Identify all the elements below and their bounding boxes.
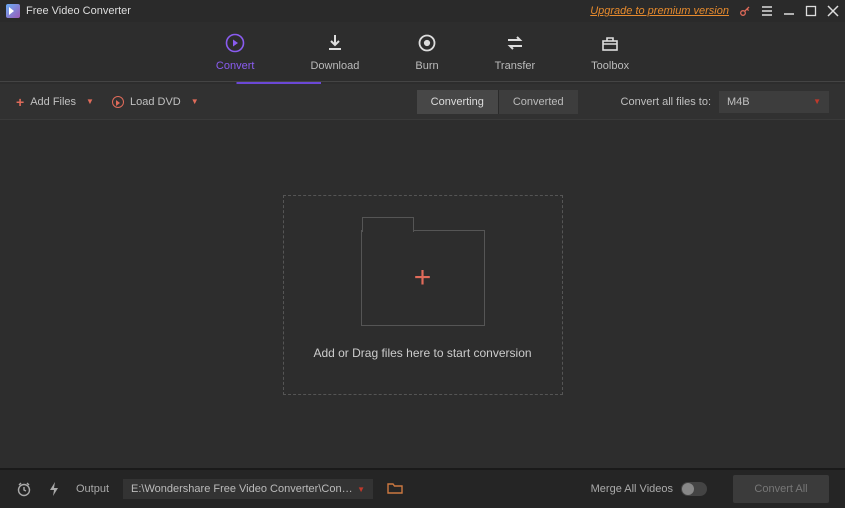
load-dvd-button[interactable]: Load DVD ▼: [112, 96, 199, 108]
main-area: + Add or Drag files here to start conver…: [0, 120, 845, 470]
folder-icon: +: [361, 230, 485, 326]
minimize-icon[interactable]: [783, 5, 795, 17]
drop-zone[interactable]: + Add or Drag files here to start conver…: [283, 195, 563, 395]
tab-converting[interactable]: Converting: [417, 90, 498, 114]
plus-icon: +: [16, 94, 24, 110]
chevron-down-icon: ▼: [813, 97, 821, 106]
nav-burn[interactable]: Burn: [415, 32, 438, 72]
toolbox-icon: [599, 32, 621, 54]
flash-icon[interactable]: [46, 481, 62, 497]
status-segment: Converting Converted: [417, 90, 578, 114]
chevron-down-icon: ▼: [86, 97, 94, 106]
nav-download[interactable]: Download: [310, 32, 359, 72]
nav-label: Download: [310, 60, 359, 72]
open-folder-icon[interactable]: [387, 481, 403, 498]
nav-transfer[interactable]: Transfer: [495, 32, 536, 72]
format-value: M4B: [727, 96, 750, 108]
drop-text: Add or Drag files here to start conversi…: [313, 346, 531, 360]
app-logo-icon: [6, 4, 20, 18]
menu-icon[interactable]: [761, 5, 773, 17]
nav-label: Transfer: [495, 60, 536, 72]
chevron-down-icon: ▼: [191, 97, 199, 106]
convert-all-to-label: Convert all files to:: [621, 96, 711, 108]
nav-label: Burn: [415, 60, 438, 72]
convert-icon: [224, 32, 246, 54]
tab-converted[interactable]: Converted: [498, 90, 578, 114]
download-icon: [324, 32, 346, 54]
nav-toolbox[interactable]: Toolbox: [591, 32, 629, 72]
add-files-label: Add Files: [30, 96, 76, 108]
load-dvd-label: Load DVD: [130, 96, 181, 108]
top-nav: Convert Download Burn Transfer Toolbox: [0, 22, 845, 82]
output-path-value: E:\Wondershare Free Video Converter\Conv…: [131, 483, 357, 495]
merge-label: Merge All Videos: [591, 483, 673, 495]
title-bar: Free Video Converter Upgrade to premium …: [0, 0, 845, 22]
nav-convert[interactable]: Convert: [216, 32, 255, 72]
convert-all-button[interactable]: Convert All: [733, 475, 829, 503]
transfer-icon: [504, 32, 526, 54]
clock-icon[interactable]: [16, 481, 32, 497]
burn-icon: [416, 32, 438, 54]
bottom-bar: Output E:\Wondershare Free Video Convert…: [0, 468, 845, 508]
format-select[interactable]: M4B ▼: [719, 91, 829, 113]
disc-icon: [112, 96, 124, 108]
action-bar: + Add Files ▼ Load DVD ▼ Converting Conv…: [0, 84, 845, 120]
nav-label: Convert: [216, 60, 255, 72]
key-icon[interactable]: [739, 5, 751, 17]
add-files-button[interactable]: + Add Files ▼: [16, 94, 94, 110]
maximize-icon[interactable]: [805, 5, 817, 17]
close-icon[interactable]: [827, 5, 839, 17]
output-path-select[interactable]: E:\Wondershare Free Video Converter\Conv…: [123, 479, 373, 499]
upgrade-link[interactable]: Upgrade to premium version: [590, 5, 729, 17]
merge-toggle[interactable]: [681, 482, 707, 496]
nav-label: Toolbox: [591, 60, 629, 72]
plus-icon: +: [414, 261, 432, 295]
chevron-down-icon: ▼: [357, 485, 365, 494]
output-label: Output: [76, 483, 109, 495]
app-title: Free Video Converter: [26, 5, 131, 17]
